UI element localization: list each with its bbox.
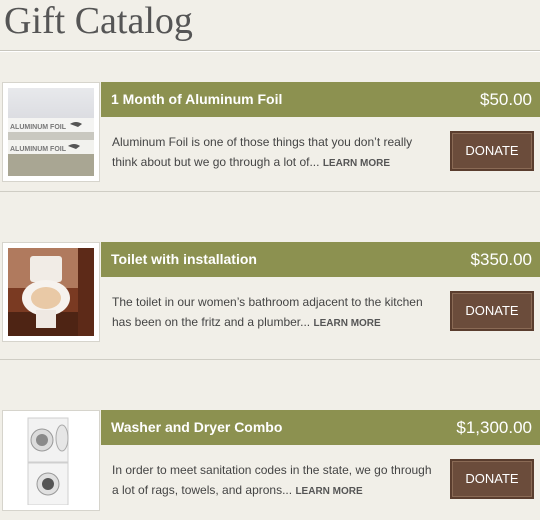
donate-button[interactable]: DONATE <box>450 131 534 171</box>
gift-name[interactable]: 1 Month of Aluminum Foil <box>111 82 282 117</box>
gift-description: The toilet in our women’s bathroom adjac… <box>112 292 432 334</box>
gift-card-washer-dryer: Washer and Dryer Combo $1,300.00 In orde… <box>0 410 540 520</box>
gift-description: In order to meet sanitation codes in the… <box>112 460 432 502</box>
title-divider <box>0 50 540 52</box>
gift-price: $50.00 <box>480 90 532 109</box>
washer-dryer-image <box>8 416 94 505</box>
gift-image-frame[interactable] <box>2 410 100 511</box>
gift-price: $350.00 <box>470 250 532 269</box>
page-title: Gift Catalog <box>4 0 193 42</box>
foil-label-text: ALUMINUM FOIL <box>10 124 67 131</box>
donate-button[interactable]: DONATE <box>450 291 534 331</box>
gift-card-aluminum-foil: ALUMINUM FOIL ALUMINUM FOIL 1 Month of A… <box>0 82 540 192</box>
learn-more-link[interactable]: LEARN MORE <box>295 486 362 497</box>
gift-header: Toilet with installation $350.00 <box>101 242 540 277</box>
gift-description-text: In order to meet sanitation codes in the… <box>112 463 432 497</box>
gift-name[interactable]: Washer and Dryer Combo <box>111 410 282 445</box>
learn-more-link[interactable]: LEARN MORE <box>323 158 390 169</box>
toilet-image <box>8 248 94 336</box>
gift-price: $1,300.00 <box>456 418 532 437</box>
gift-name[interactable]: Toilet with installation <box>111 242 257 277</box>
gift-image-frame[interactable] <box>2 242 100 342</box>
card-divider <box>0 191 540 192</box>
gift-image-frame[interactable]: ALUMINUM FOIL ALUMINUM FOIL <box>2 82 100 182</box>
gift-description: Aluminum Foil is one of those things tha… <box>112 132 432 174</box>
learn-more-link[interactable]: LEARN MORE <box>313 318 380 329</box>
gift-card-toilet: Toilet with installation $350.00 The toi… <box>0 242 540 352</box>
donate-button[interactable]: DONATE <box>450 459 534 499</box>
gift-header: Washer and Dryer Combo $1,300.00 <box>101 410 540 445</box>
gift-header: 1 Month of Aluminum Foil $50.00 <box>101 82 540 117</box>
aluminum-foil-image: ALUMINUM FOIL ALUMINUM FOIL <box>8 88 94 176</box>
foil-label-text: ALUMINUM FOIL <box>10 146 67 153</box>
card-divider <box>0 359 540 360</box>
